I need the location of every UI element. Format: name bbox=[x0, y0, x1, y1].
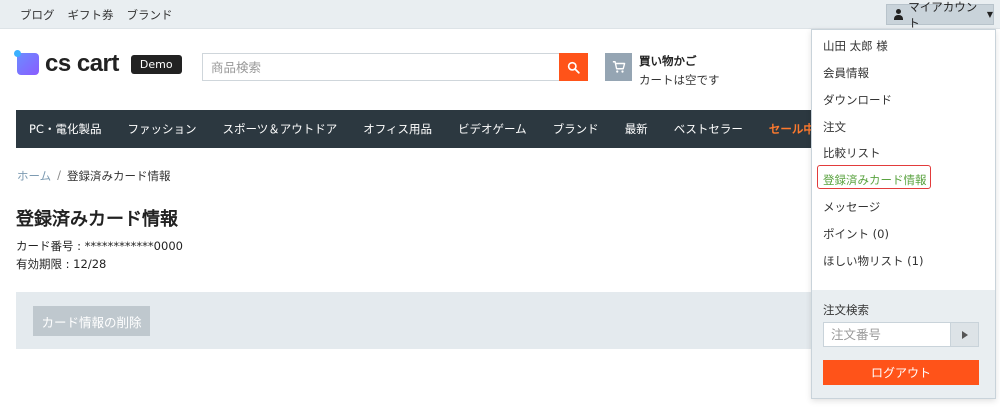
account-menu-profile[interactable]: 会員情報 bbox=[823, 65, 869, 81]
top-bar: ブログ ギフト券 ブランド マイアカウント ▼ bbox=[0, 0, 1000, 30]
nav-item-newest[interactable]: 最新 bbox=[625, 121, 648, 137]
nav-item-fashion[interactable]: ファッション bbox=[127, 121, 196, 137]
breadcrumb-separator: / bbox=[57, 168, 62, 182]
account-menu-downloads[interactable]: ダウンロード bbox=[823, 92, 892, 108]
breadcrumb-home-link[interactable]: ホーム bbox=[17, 168, 51, 184]
account-menu-orders[interactable]: 注文 bbox=[823, 119, 846, 135]
breadcrumb-current: 登録済みカード情報 bbox=[67, 169, 171, 183]
order-number-input[interactable] bbox=[824, 323, 950, 346]
main-nav: PC・電化製品 ファッション スポーツ＆アウトドア オフィス用品 ビデオゲーム … bbox=[16, 110, 812, 148]
logout-button[interactable]: ログアウト bbox=[823, 360, 979, 385]
my-account-label: マイアカウント bbox=[908, 0, 978, 30]
nav-item-bestseller[interactable]: ベストセラー bbox=[674, 121, 743, 137]
order-search-box bbox=[823, 322, 979, 347]
top-links: ブログ ギフト券 ブランド bbox=[20, 7, 173, 23]
account-menu-points[interactable]: ポイント (0) bbox=[823, 226, 889, 242]
search-button[interactable] bbox=[559, 53, 588, 81]
my-account-button[interactable]: マイアカウント ▼ bbox=[886, 0, 994, 30]
account-menu-wishlist[interactable]: ほしい物リスト (1) bbox=[823, 253, 923, 269]
card-expiry-text: 有効期限 : 12/28 bbox=[16, 257, 107, 271]
order-search-label: 注文検索 bbox=[823, 303, 869, 317]
cart-status: カートは空です bbox=[639, 73, 720, 87]
caret-down-icon: ▼ bbox=[986, 10, 993, 19]
search-icon bbox=[567, 61, 580, 74]
account-menu-messages[interactable]: メッセージ bbox=[823, 199, 880, 215]
breadcrumb: ホーム / 登録済みカード情報 bbox=[17, 168, 171, 184]
account-dropdown-menu: 山田 太郎 様 会員情報 ダウンロード 注文 比較リスト 登録済みカード情報 メ… bbox=[811, 29, 996, 399]
demo-badge: Demo bbox=[130, 54, 182, 74]
account-menu-compare-list[interactable]: 比較リスト bbox=[823, 145, 881, 161]
nav-item-brand[interactable]: ブランド bbox=[553, 121, 599, 137]
user-icon bbox=[893, 9, 904, 20]
nav-item-sports-outdoor[interactable]: スポーツ＆アウトドア bbox=[222, 121, 337, 137]
logo[interactable]: cs cart Demo bbox=[14, 50, 182, 78]
logo-mark-icon bbox=[14, 50, 39, 75]
logo-text: cs cart bbox=[45, 50, 119, 77]
action-bar: カード情報の削除 bbox=[16, 292, 812, 349]
account-menu-username[interactable]: 山田 太郎 様 bbox=[823, 38, 888, 54]
card-number-text: カード番号 : ************0000 bbox=[16, 239, 183, 253]
order-search-go-button[interactable] bbox=[950, 323, 978, 346]
delete-card-button[interactable]: カード情報の削除 bbox=[33, 306, 150, 336]
cart-text: 買い物かご カートは空です bbox=[639, 53, 720, 88]
cart-icon bbox=[605, 53, 632, 81]
account-menu-saved-cards[interactable]: 登録済みカード情報 bbox=[823, 172, 927, 188]
order-search-section: 注文検索 ログアウト bbox=[812, 290, 995, 398]
top-link-blog[interactable]: ブログ bbox=[20, 7, 55, 23]
nav-item-pc-electronics[interactable]: PC・電化製品 bbox=[29, 121, 101, 137]
search-input[interactable] bbox=[203, 54, 559, 80]
top-link-gift-card[interactable]: ギフト券 bbox=[68, 7, 114, 23]
nav-item-video-games[interactable]: ビデオゲーム bbox=[458, 121, 527, 137]
cart-title: 買い物かご bbox=[639, 54, 697, 68]
cart-widget[interactable]: 買い物かご カートは空です bbox=[605, 53, 720, 88]
page-title: 登録済みカード情報 bbox=[16, 209, 178, 230]
top-link-brand[interactable]: ブランド bbox=[127, 7, 173, 23]
nav-item-sale[interactable]: セール中 bbox=[769, 121, 812, 137]
nav-item-office[interactable]: オフィス用品 bbox=[363, 121, 432, 137]
search-box bbox=[202, 53, 588, 81]
